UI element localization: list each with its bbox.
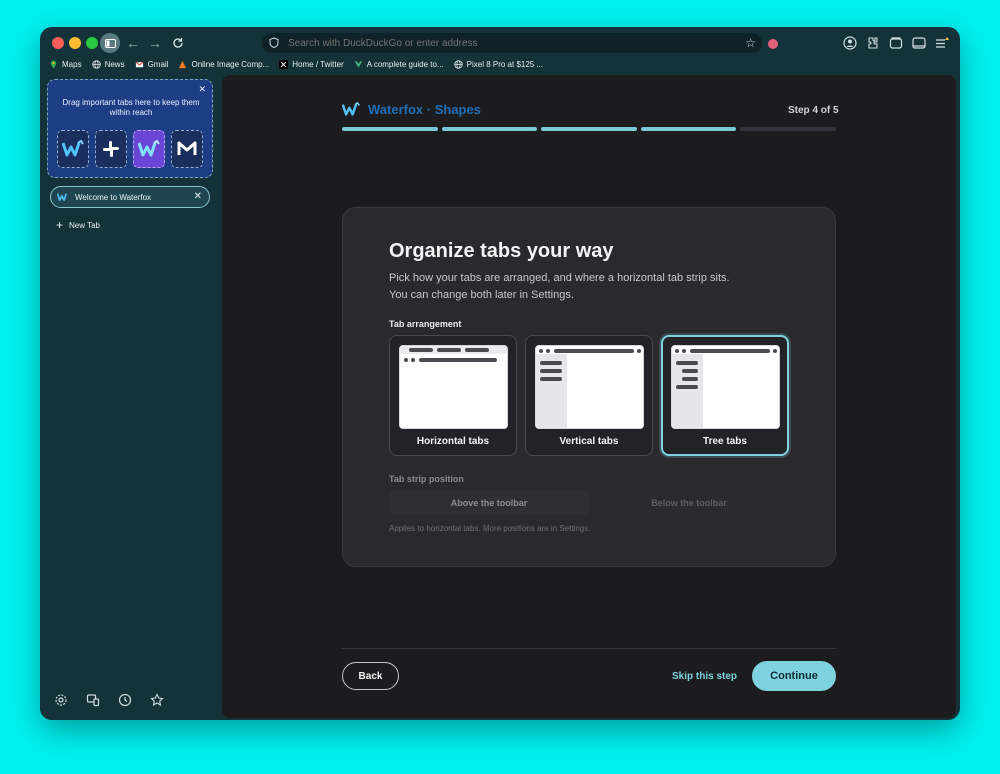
split-view-icon[interactable] (911, 35, 927, 51)
bookmark-twitter[interactable]: Home / Twitter (279, 59, 344, 69)
option-below-toolbar[interactable]: Below the toolbar (589, 491, 789, 515)
synced-devices-icon[interactable] (86, 693, 100, 707)
tab-arrangement-label: Tab arrangement (389, 319, 462, 329)
page-description: Pick how your tabs are arranged, and whe… (389, 272, 730, 301)
bookmark-news[interactable]: News (91, 59, 125, 69)
plus-icon: + (56, 218, 64, 232)
continue-button[interactable]: Continue (752, 661, 836, 691)
option-above-toolbar[interactable]: Above the toolbar (389, 491, 589, 515)
pinned-tab-waterfox[interactable] (57, 130, 89, 168)
bookmark-star-icon[interactable]: ☆ (745, 36, 756, 50)
brand-header: Waterfox · Shapes (342, 102, 481, 117)
page-title: Organize tabs your way (389, 240, 614, 262)
zoom-window-button[interactable] (86, 37, 98, 49)
close-window-button[interactable] (52, 37, 64, 49)
vertical-tabs-preview (535, 345, 644, 429)
account-icon[interactable] (842, 35, 858, 51)
sidebar-footer (54, 693, 164, 707)
sidebar-icon (104, 38, 116, 48)
tab-layout-card: Organize tabs your way Pick how your tab… (342, 207, 836, 567)
bookmarks-star-icon[interactable] (150, 693, 164, 707)
history-clock-icon[interactable] (118, 693, 132, 707)
map-pin-icon (50, 59, 57, 69)
forward-icon[interactable]: → (146, 34, 164, 52)
waterfox-logo-icon (62, 140, 84, 157)
progress-segment (441, 127, 538, 131)
progress-segment (740, 127, 836, 131)
pinned-tab-waterfox-active[interactable] (133, 130, 165, 168)
sidebar-toggle-button[interactable] (100, 33, 120, 53)
globe-icon (453, 59, 463, 69)
pinned-tab-gmail[interactable] (171, 130, 203, 168)
m-logo-icon (177, 141, 197, 155)
footer-divider (342, 648, 836, 649)
onboarding-page: Waterfox · Shapes Step 4 of 5 Organize t… (222, 75, 956, 718)
address-bar[interactable]: ☆ (262, 33, 762, 53)
skip-step-link[interactable]: Skip this step (672, 671, 737, 682)
bookmark-image-compressor[interactable]: Online Image Comp... (178, 60, 269, 69)
step-indicator: Step 4 of 5 (788, 105, 839, 116)
pinned-tabs-area[interactable]: ✕ Drag important tabs here to keep them … (47, 79, 213, 178)
gmail-icon (135, 61, 144, 67)
back-button[interactable]: Back (342, 662, 399, 690)
pinned-tab-slack[interactable] (95, 130, 127, 168)
new-tab-button[interactable]: + New Tab (56, 219, 100, 231)
bookmarks-toolbar: Maps News Gmail Online Image Comp... Hom… (40, 55, 960, 73)
progress-segment (640, 127, 737, 131)
brand-name: Waterfox · Shapes (368, 102, 481, 117)
reload-icon[interactable] (169, 34, 187, 52)
tab-strip-position-label: Tab strip position (389, 474, 464, 484)
image-compressor-icon (179, 60, 187, 68)
progress-bar (342, 127, 836, 131)
globe-icon (91, 59, 101, 69)
option-vertical-tabs[interactable]: Vertical tabs (525, 335, 653, 456)
tab-label: Welcome to Waterfox (75, 192, 152, 202)
x-logo-icon (279, 59, 289, 69)
back-icon[interactable]: ← (124, 34, 142, 52)
browser-window: ← → ☆ Maps News Gmail O (40, 27, 960, 720)
close-tab-icon[interactable]: ✕ (194, 191, 202, 203)
minimize-window-button[interactable] (69, 37, 81, 49)
option-tree-tabs[interactable]: Tree tabs (661, 335, 789, 456)
shield-icon (269, 37, 279, 49)
containers-icon[interactable] (888, 35, 904, 51)
extensions-icon[interactable] (865, 35, 881, 51)
pinned-hint: Drag important tabs here to keep them wi… (62, 98, 200, 117)
progress-segment (541, 127, 637, 131)
waterfox-logo-icon (57, 193, 68, 202)
progress-segment (342, 127, 438, 131)
option-horizontal-tabs[interactable]: Horizontal tabs (389, 335, 517, 456)
tracker-block-icon[interactable] (768, 39, 778, 49)
address-input[interactable] (288, 37, 728, 49)
waterfox-logo-icon (138, 140, 160, 157)
waterfox-logo-icon (342, 102, 360, 116)
vertical-tabs-sidebar: ✕ Drag important tabs here to keep them … (40, 73, 216, 720)
tab-strip-position-toggle: Above the toolbar Below the toolbar (389, 491, 789, 515)
slack-logo-icon (103, 141, 119, 157)
vue-logo-icon (354, 60, 362, 68)
menu-icon[interactable] (934, 35, 950, 51)
bookmark-gmail[interactable]: Gmail (135, 60, 168, 69)
gear-icon[interactable] (54, 693, 68, 707)
bookmark-complete-guide[interactable]: A complete guide to... (354, 60, 444, 69)
tab-strip-note: Applies to horizontal tabs. More positio… (389, 524, 591, 533)
close-icon[interactable]: ✕ (198, 84, 206, 95)
tree-tabs-preview (671, 345, 780, 429)
bookmark-maps[interactable]: Maps (49, 60, 82, 69)
tab-welcome-to-waterfox[interactable]: Welcome to Waterfox ✕ (50, 186, 210, 208)
bookmark-pixel[interactable]: Pixel 8 Pro at $125 ... (453, 59, 543, 69)
horizontal-tabs-preview (399, 345, 508, 429)
